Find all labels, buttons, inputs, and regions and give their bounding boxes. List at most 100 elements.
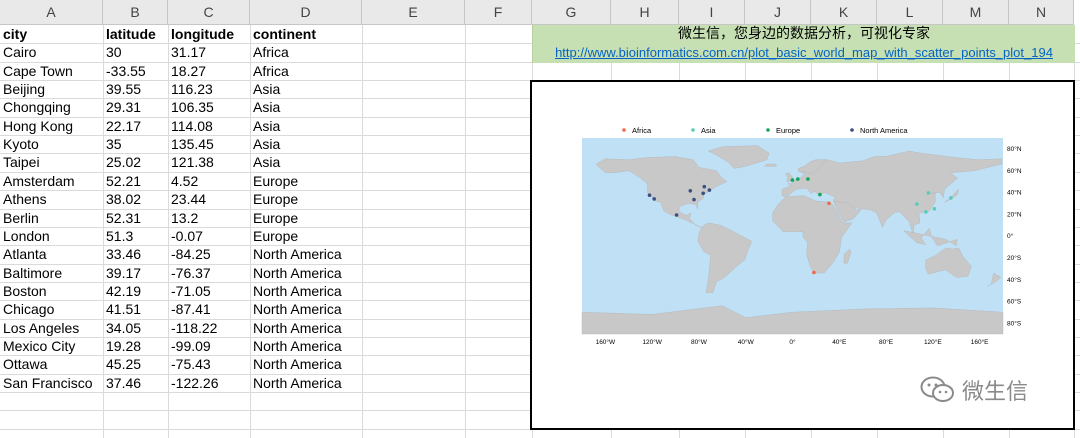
table-cell[interactable]: Chicago — [0, 300, 54, 318]
column-header-L[interactable]: L — [877, 0, 943, 25]
table-cell[interactable]: Asia — [250, 98, 280, 116]
table-cell[interactable]: San Francisco — [0, 374, 92, 392]
table-cell[interactable]: 106.35 — [168, 98, 214, 116]
table-cell[interactable]: 116.23 — [168, 80, 213, 98]
column-header-B[interactable]: B — [103, 0, 168, 25]
header-cell[interactable]: latitude — [103, 25, 156, 43]
table-cell[interactable]: 33.46 — [103, 245, 141, 263]
table-cell[interactable]: 30 — [103, 43, 122, 61]
table-cell[interactable]: 114.08 — [168, 117, 213, 135]
table-cell[interactable]: -75.43 — [168, 355, 211, 373]
table-cell[interactable]: 121.38 — [168, 153, 214, 171]
table-cell[interactable]: Atlanta — [0, 245, 47, 263]
table-cell[interactable]: North America — [250, 337, 342, 355]
column-header-E[interactable]: E — [362, 0, 465, 25]
table-cell[interactable]: North America — [250, 282, 342, 300]
table-cell[interactable]: North America — [250, 355, 342, 373]
table-cell[interactable]: North America — [250, 374, 342, 392]
table-cell[interactable]: Cairo — [0, 43, 36, 61]
table-cell[interactable]: 135.45 — [168, 135, 214, 153]
table-cell[interactable]: Asia — [250, 117, 280, 135]
table-cell[interactable]: Baltimore — [0, 264, 62, 282]
column-header-G[interactable]: G — [532, 0, 611, 25]
table-cell[interactable]: 25.02 — [103, 153, 141, 171]
watermark: 微生信 — [920, 372, 1028, 408]
map-point-baltimore — [701, 191, 705, 196]
table-cell[interactable]: -87.41 — [168, 300, 211, 318]
table-cell[interactable]: Europe — [250, 172, 298, 190]
table-cell[interactable]: 22.17 — [103, 117, 141, 135]
table-cell[interactable]: -0.07 — [168, 227, 203, 245]
table-cell[interactable]: 45.25 — [103, 355, 141, 373]
table-cell[interactable]: 35 — [103, 135, 122, 153]
table-cell[interactable]: Kyoto — [0, 135, 39, 153]
table-cell[interactable]: -118.22 — [168, 319, 217, 337]
banner-link[interactable]: http://www.bioinformatics.com.cn/plot_ba… — [533, 44, 1075, 61]
header-cell[interactable]: longitude — [168, 25, 234, 43]
table-cell[interactable]: North America — [250, 264, 342, 282]
table-cell[interactable]: Asia — [250, 153, 280, 171]
table-cell[interactable]: 38.02 — [103, 190, 141, 208]
table-cell[interactable]: -71.05 — [168, 282, 211, 300]
table-cell[interactable]: 52.31 — [103, 209, 141, 227]
table-cell[interactable]: 37.46 — [103, 374, 141, 392]
table-cell[interactable]: Athens — [0, 190, 47, 208]
table-cell[interactable]: Cape Town — [0, 62, 73, 80]
table-cell[interactable]: North America — [250, 319, 342, 337]
table-cell[interactable]: Mexico City — [0, 337, 75, 355]
column-header-D[interactable]: D — [250, 0, 362, 25]
column-header-C[interactable]: C — [168, 0, 250, 25]
table-cell[interactable]: 18.27 — [168, 62, 206, 80]
table-cell[interactable]: Amsterdam — [0, 172, 75, 190]
column-header-H[interactable]: H — [611, 0, 679, 25]
table-cell[interactable]: Europe — [250, 209, 298, 227]
table-cell[interactable]: Ottawa — [0, 355, 47, 373]
table-cell[interactable]: Taipei — [0, 153, 40, 171]
table-cell[interactable]: -33.55 — [103, 62, 146, 80]
table-cell[interactable]: 29.31 — [103, 98, 141, 116]
table-cell[interactable]: -99.09 — [168, 337, 211, 355]
header-cell[interactable]: city — [0, 25, 27, 43]
table-cell[interactable]: 4.52 — [168, 172, 198, 190]
table-cell[interactable]: 42.19 — [103, 282, 141, 300]
column-header-F[interactable]: F — [465, 0, 532, 25]
x-tick-label: 120°E — [924, 338, 942, 346]
table-cell[interactable]: Asia — [250, 80, 280, 98]
table-cell[interactable]: North America — [250, 245, 342, 263]
table-cell[interactable]: 41.51 — [103, 300, 141, 318]
table-cell[interactable]: Beijing — [0, 80, 45, 98]
table-cell[interactable]: 13.2 — [168, 209, 198, 227]
table-cell[interactable]: Asia — [250, 135, 280, 153]
table-cell[interactable]: -122.26 — [168, 374, 218, 392]
table-cell[interactable]: Los Angeles — [0, 319, 79, 337]
column-header-J[interactable]: J — [745, 0, 811, 25]
table-cell[interactable]: 39.17 — [103, 264, 141, 282]
table-cell[interactable]: Chongqing — [0, 98, 71, 116]
column-header-M[interactable]: M — [943, 0, 1009, 25]
table-cell[interactable]: Africa — [250, 62, 289, 80]
table-cell[interactable]: Hong Kong — [0, 117, 73, 135]
table-cell[interactable]: Boston — [0, 282, 47, 300]
header-cell[interactable]: continent — [250, 25, 316, 43]
table-cell[interactable]: 51.3 — [103, 227, 133, 245]
column-header-K[interactable]: K — [811, 0, 877, 25]
table-cell[interactable]: Europe — [250, 190, 298, 208]
column-header-I[interactable]: I — [679, 0, 745, 25]
table-cell[interactable]: -76.37 — [168, 264, 211, 282]
table-cell[interactable]: London — [0, 227, 50, 245]
table-cell[interactable]: North America — [250, 300, 342, 318]
table-cell[interactable]: 39.55 — [103, 80, 141, 98]
legend-marker-africa — [622, 128, 626, 132]
column-header-N[interactable]: N — [1009, 0, 1074, 25]
title-banner[interactable]: 微生信，您身边的数据分析，可视化专家 http://www.bioinforma… — [532, 25, 1075, 63]
table-cell[interactable]: 31.17 — [168, 43, 206, 61]
table-cell[interactable]: 52.21 — [103, 172, 141, 190]
table-cell[interactable]: -84.25 — [168, 245, 211, 263]
table-cell[interactable]: Berlin — [0, 209, 39, 227]
table-cell[interactable]: 23.44 — [168, 190, 206, 208]
table-cell[interactable]: Africa — [250, 43, 289, 61]
table-cell[interactable]: 34.05 — [103, 319, 141, 337]
table-cell[interactable]: 19.28 — [103, 337, 141, 355]
column-header-A[interactable]: A — [0, 0, 103, 25]
table-cell[interactable]: Europe — [250, 227, 298, 245]
